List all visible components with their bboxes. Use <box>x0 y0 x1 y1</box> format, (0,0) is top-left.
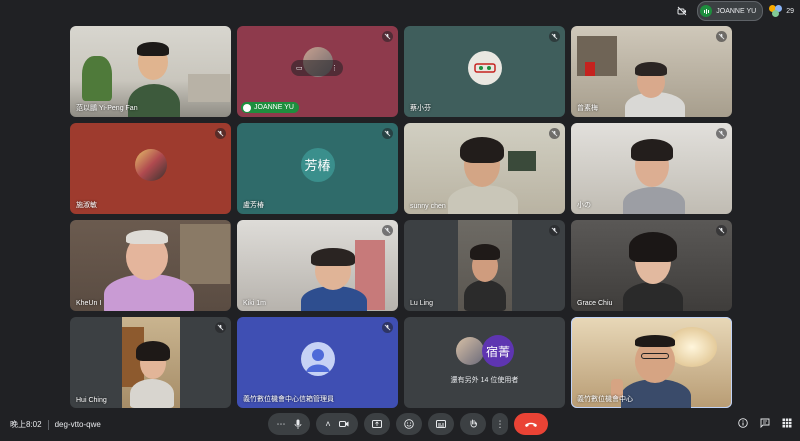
participant-name: 范以鵬 Yi-Peng Fan <box>76 105 138 112</box>
captions-icon <box>436 420 446 428</box>
info-icon[interactable] <box>738 418 748 428</box>
meeting-code: deg-vtto-qwe <box>54 420 101 429</box>
participant-tile[interactable]: Lu Ling <box>404 220 565 311</box>
chat-icon[interactable] <box>760 418 770 428</box>
participant-tile[interactable]: 范以鵬 Yi-Peng Fan <box>70 26 231 117</box>
more-vert-icon: ⋮ <box>495 418 505 429</box>
participant-name: KheUn I <box>76 300 102 307</box>
participant-tile[interactable]: sunny chen <box>404 123 565 214</box>
audio-bars-icon <box>700 5 713 17</box>
top-bar: JOANNE YU 29 <box>673 1 794 21</box>
avatar-initials: 芳椿 <box>300 147 335 182</box>
participant-tile[interactable]: Kiki 1m <box>237 220 398 311</box>
participant-count: 29 <box>786 7 794 15</box>
chevron-up-icon[interactable]: ˄ <box>325 419 330 429</box>
participant-video <box>122 317 180 408</box>
others-avatar-photo <box>456 337 484 365</box>
participant-tile[interactable]: ▭ ⋮ JOANNE YU <box>237 26 398 117</box>
speaking-name: JOANNE YU <box>254 104 294 111</box>
participant-name: Lu Ling <box>410 300 433 307</box>
camera-control: ˄ <box>316 413 358 435</box>
participant-tile[interactable]: KheUn I <box>70 220 231 311</box>
camera-icon[interactable] <box>338 420 349 428</box>
pin-icon[interactable]: ▭ <box>296 64 303 72</box>
speaking-badge: JOANNE YU <box>241 102 299 113</box>
side-panel-buttons <box>738 418 792 428</box>
call-controls: ⋯ ˄ ⋮ <box>268 413 548 435</box>
participant-tile[interactable]: 曾素梅 <box>571 26 732 117</box>
leave-call-button[interactable] <box>514 413 548 435</box>
bottom-bar: 晚上8:02 deg-vtto-qwe ⋯ ˄ ⋮ <box>0 410 800 441</box>
others-avatar-initials: 宿菁 <box>482 335 514 367</box>
present-button[interactable] <box>364 413 390 435</box>
hand-icon <box>470 419 477 428</box>
participant-video <box>70 220 231 311</box>
mic-off-icon <box>549 225 560 236</box>
meeting-info: 晚上8:02 deg-vtto-qwe <box>10 419 101 430</box>
participant-name: 曾素梅 <box>577 105 598 112</box>
avatar <box>134 148 167 181</box>
mic-off-icon <box>549 31 560 42</box>
participant-tile[interactable]: Grace Chiu <box>571 220 732 311</box>
others-tile[interactable]: 宿菁 還有另外 14 位使用者 <box>404 317 565 408</box>
active-speaker-name: JOANNE YU <box>716 7 757 15</box>
emoji-icon <box>404 419 414 429</box>
participant-tile[interactable]: 蔡小芬 <box>404 26 565 117</box>
participant-name: sunny chen <box>410 203 446 210</box>
participant-video <box>404 123 565 214</box>
participant-tile[interactable]: 義竹數位機會中心信箱管理員 <box>237 317 398 408</box>
present-icon <box>372 419 382 428</box>
participant-tile[interactable]: 小の <box>571 123 732 214</box>
participant-name: Grace Chiu <box>577 300 613 307</box>
participant-video <box>571 220 732 311</box>
mic-off-icon <box>382 128 393 139</box>
participant-tile[interactable]: 義竹數位機會中心 <box>571 317 732 408</box>
participant-video <box>458 220 512 311</box>
more-icon[interactable]: ⋮ <box>331 64 338 72</box>
captions-button[interactable] <box>428 413 454 435</box>
activities-icon[interactable] <box>782 418 792 428</box>
participant-name: 義竹數位機會中心信箱管理員 <box>243 396 334 403</box>
video-grid: 范以鵬 Yi-Peng Fan ▭ ⋮ JOANNE YU 蔡小芬 曾素梅 施淑… <box>70 26 734 408</box>
participant-tile[interactable]: 芳椿 盧芳椿 <box>237 123 398 214</box>
participant-tile[interactable]: 施淑敏 <box>70 123 231 214</box>
participant-name: Kiki 1m <box>243 300 266 307</box>
more-options-button[interactable]: ⋮ <box>492 413 508 435</box>
default-avatar-icon <box>300 341 335 376</box>
participant-name: 小の <box>577 202 591 209</box>
participant-name: 義竹數位機會中心 <box>577 396 633 403</box>
participant-video <box>571 123 732 214</box>
mic-icon[interactable] <box>294 419 302 429</box>
participant-tile[interactable]: Hui Ching <box>70 317 231 408</box>
raise-hand-button[interactable] <box>460 413 486 435</box>
avatar-hover-controls[interactable]: ▭ ⋮ <box>291 60 343 76</box>
avatar <box>467 50 502 85</box>
others-count-text: 還有另外 14 位使用者 <box>450 377 519 384</box>
end-call-icon <box>525 422 537 427</box>
mic-off-icon <box>382 31 393 42</box>
emoji-button[interactable] <box>396 413 422 435</box>
audio-bars-icon <box>243 103 251 112</box>
camera-off-icon[interactable] <box>673 2 691 20</box>
participant-name: 盧芳椿 <box>243 202 264 209</box>
mic-off-icon <box>382 322 393 333</box>
active-speaker-indicator[interactable]: JOANNE YU <box>697 1 764 21</box>
mic-control: ⋯ <box>268 413 310 435</box>
people-icon <box>769 5 783 17</box>
participants-button[interactable]: 29 <box>769 5 794 17</box>
more-options-icon[interactable]: ⋯ <box>277 419 286 430</box>
mic-off-icon <box>215 128 226 139</box>
meeting-time: 晚上8:02 <box>10 420 42 429</box>
divider <box>47 419 49 430</box>
mic-off-icon <box>215 322 226 333</box>
participant-name: 施淑敏 <box>76 202 97 209</box>
participant-name: Hui Ching <box>76 397 107 404</box>
participant-name: 蔡小芬 <box>410 105 431 112</box>
participant-video <box>237 220 398 311</box>
